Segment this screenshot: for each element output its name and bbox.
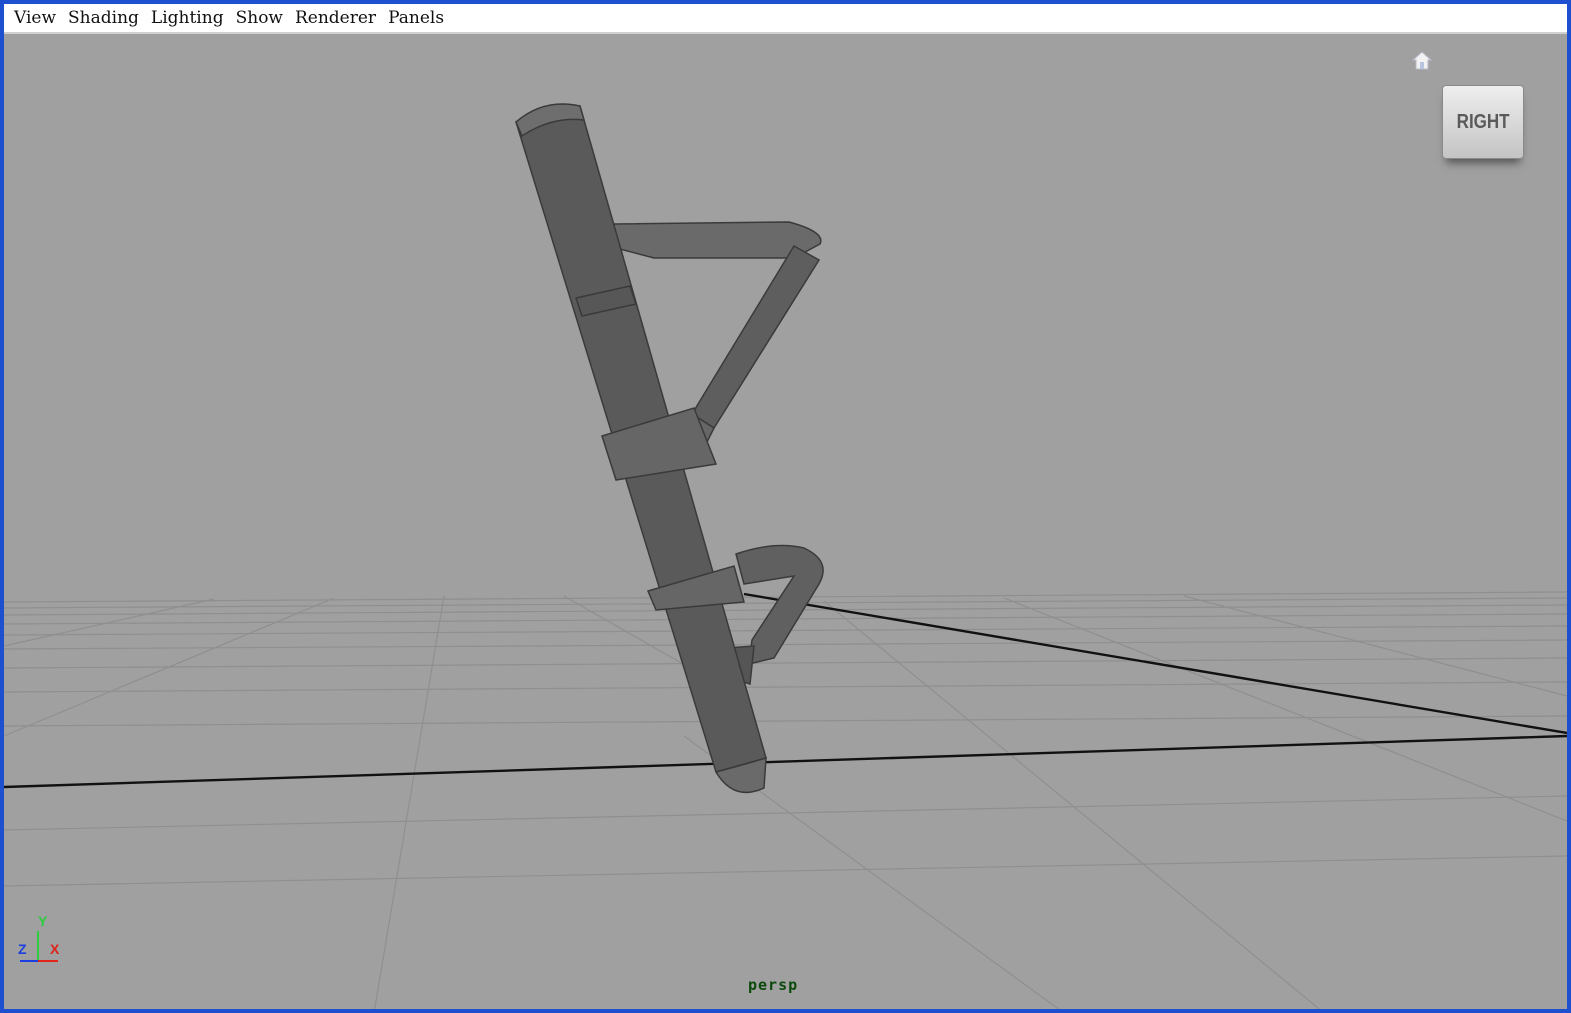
menu-shading[interactable]: Shading bbox=[64, 3, 147, 33]
menu-view[interactable]: View bbox=[10, 3, 64, 33]
axis-y-label: Y bbox=[38, 913, 48, 929]
camera-name-label: persp bbox=[748, 976, 799, 994]
mesh-model bbox=[515, 103, 824, 794]
menu-panels[interactable]: Panels bbox=[384, 3, 452, 33]
viewport-window: View Shading Lighting Show Renderer Pane… bbox=[0, 0, 1571, 1013]
viewcube-icon[interactable]: RIGHT bbox=[1442, 85, 1524, 159]
scene-canvas[interactable] bbox=[4, 36, 1567, 1009]
3d-viewport[interactable]: RIGHT Y Z X persp bbox=[4, 36, 1567, 1009]
ground-grid bbox=[4, 591, 1567, 1009]
axis-z-label: Z bbox=[18, 941, 27, 957]
panel-menubar: View Shading Lighting Show Renderer Pane… bbox=[4, 4, 1567, 34]
menu-show[interactable]: Show bbox=[232, 3, 291, 33]
menu-renderer[interactable]: Renderer bbox=[291, 3, 384, 33]
menu-lighting[interactable]: Lighting bbox=[147, 3, 232, 33]
viewcube-face-label: RIGHT bbox=[1456, 110, 1510, 133]
axis-x-label: X bbox=[50, 941, 60, 957]
